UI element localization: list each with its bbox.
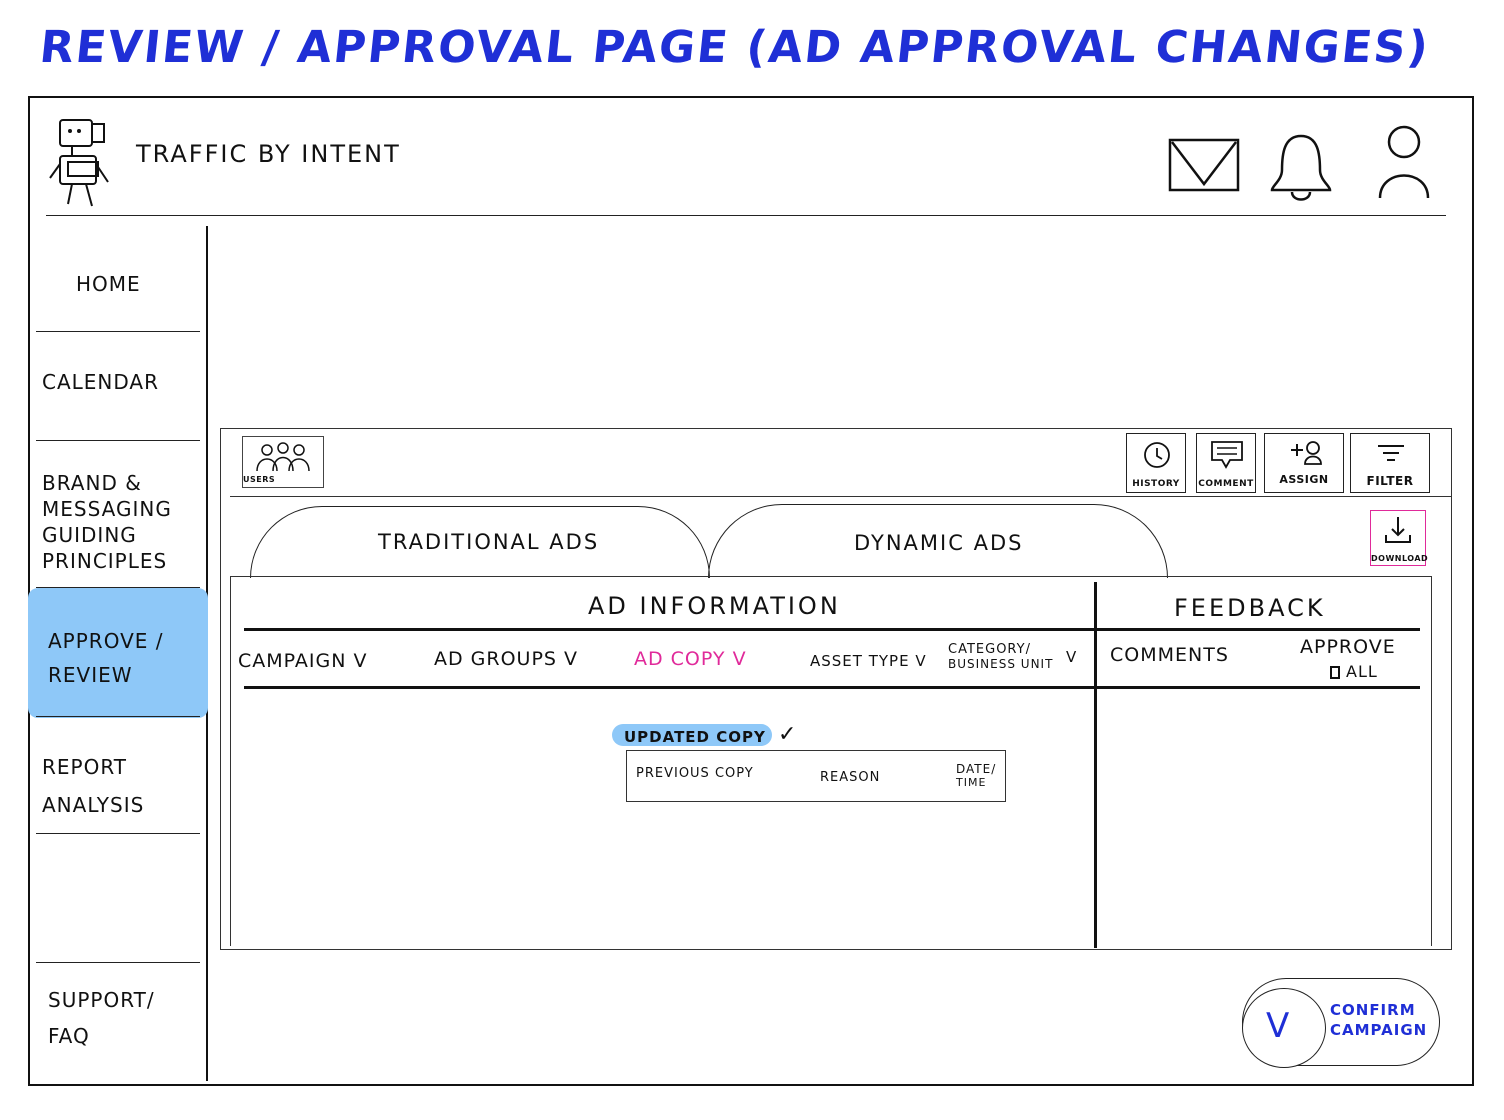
robot-logo-icon [49, 119, 109, 207]
download-label: DOWNLOAD [1371, 554, 1429, 563]
sidebar-item-home[interactable]: HOME [76, 272, 240, 296]
confirm-campaign-label[interactable]: CONFIRM CAMPAIGN [1330, 1000, 1427, 1040]
user-icon[interactable] [1374, 122, 1434, 202]
sidebar-item-approve-review[interactable]: APPROVE / REVIEW [48, 624, 188, 692]
assign-user-icon [1291, 441, 1322, 465]
date-time-header: DATE/ TIME [956, 762, 996, 790]
sidebar-separator [36, 962, 200, 963]
date-time-line1: DATE/ [956, 762, 997, 776]
column-category[interactable]: CATEGORY/ BUSINESS UNIT [948, 642, 1053, 672]
column-asset-type[interactable]: ASSET TYPE V [810, 652, 927, 670]
mail-icon[interactable] [1168, 138, 1240, 192]
users-icon [256, 442, 310, 472]
sidebar-separator [36, 833, 200, 834]
column-category-line1: CATEGORY/ [948, 642, 1031, 657]
sidebar-item-support-faq[interactable]: SUPPORT/ FAQ [48, 982, 168, 1054]
toolbar-divider [230, 496, 1452, 497]
table-header-rule [244, 628, 1420, 631]
reason-header: REASON [820, 770, 881, 785]
history-icon [1144, 442, 1170, 468]
sidebar-separator [36, 331, 200, 332]
sidebar-separator [36, 587, 200, 588]
bell-icon[interactable] [1268, 130, 1334, 206]
filter-icon [1378, 445, 1404, 461]
column-category-chevron[interactable]: V [1066, 648, 1077, 666]
tab-traditional-ads-label: TRADITIONAL ADS [378, 530, 600, 554]
tab-dynamic-ads-label: DYNAMIC ADS [854, 531, 1024, 555]
column-campaign[interactable]: CAMPAIGN V [238, 650, 367, 672]
assign-button[interactable]: ASSIGN [1264, 433, 1344, 493]
comment-button[interactable]: COMMENT [1196, 433, 1256, 493]
approve-all-checkbox[interactable] [1330, 666, 1340, 679]
history-button[interactable]: HISTORY [1126, 433, 1186, 493]
page-title: REVIEW / APPROVAL PAGE (AD APPROVAL CHAN… [37, 22, 1433, 73]
users-label: USERS [243, 475, 276, 484]
column-approve: APPROVE [1300, 636, 1396, 658]
ad-information-heading: AD INFORMATION [588, 592, 841, 620]
sidebar-separator [36, 716, 200, 717]
users-button[interactable]: USERS [242, 436, 324, 488]
column-ad-copy[interactable]: AD COPY V [634, 648, 747, 670]
sidebar-item-report-analysis[interactable]: REPORT ANALYSIS [42, 748, 172, 824]
assign-label: ASSIGN [1279, 473, 1329, 486]
column-ad-groups[interactable]: AD GROUPS V [434, 648, 578, 670]
date-time-line2: TIME [956, 776, 987, 789]
confirm-check-icon[interactable]: V [1266, 1006, 1289, 1046]
table-column-divider [1094, 582, 1097, 948]
column-comments: COMMENTS [1110, 644, 1229, 666]
feedback-heading: FEEDBACK [1174, 594, 1326, 622]
updated-copy-label[interactable]: UPDATED COPY [624, 728, 766, 746]
previous-copy-header: PREVIOUS COPY [636, 766, 754, 781]
download-button[interactable]: DOWNLOAD [1370, 510, 1429, 566]
sidebar-item-brand-messaging[interactable]: BRAND & MESSAGING GUIDING PRINCIPLES [42, 470, 192, 574]
table-header-bottom-rule [244, 686, 1420, 689]
sidebar-item-calendar[interactable]: CALENDAR [42, 370, 206, 394]
filter-button[interactable]: FILTER [1350, 433, 1430, 493]
history-label: HISTORY [1132, 479, 1180, 489]
approve-all-label: ALL [1346, 662, 1378, 681]
updated-copy-check[interactable]: ✓ [778, 722, 796, 747]
confirm-label-line1: CONFIRM [1330, 1001, 1416, 1019]
filter-label: FILTER [1366, 474, 1414, 488]
download-icon [1385, 517, 1411, 543]
comment-icon [1211, 441, 1243, 469]
column-category-line2: BUSINESS UNIT [948, 657, 1054, 671]
confirm-label-line2: CAMPAIGN [1330, 1021, 1428, 1039]
sidebar-separator [36, 440, 200, 441]
comment-label: COMMENT [1198, 479, 1254, 489]
brand-name: TRAFFIC BY INTENT [136, 140, 401, 168]
header-divider [46, 215, 1446, 216]
